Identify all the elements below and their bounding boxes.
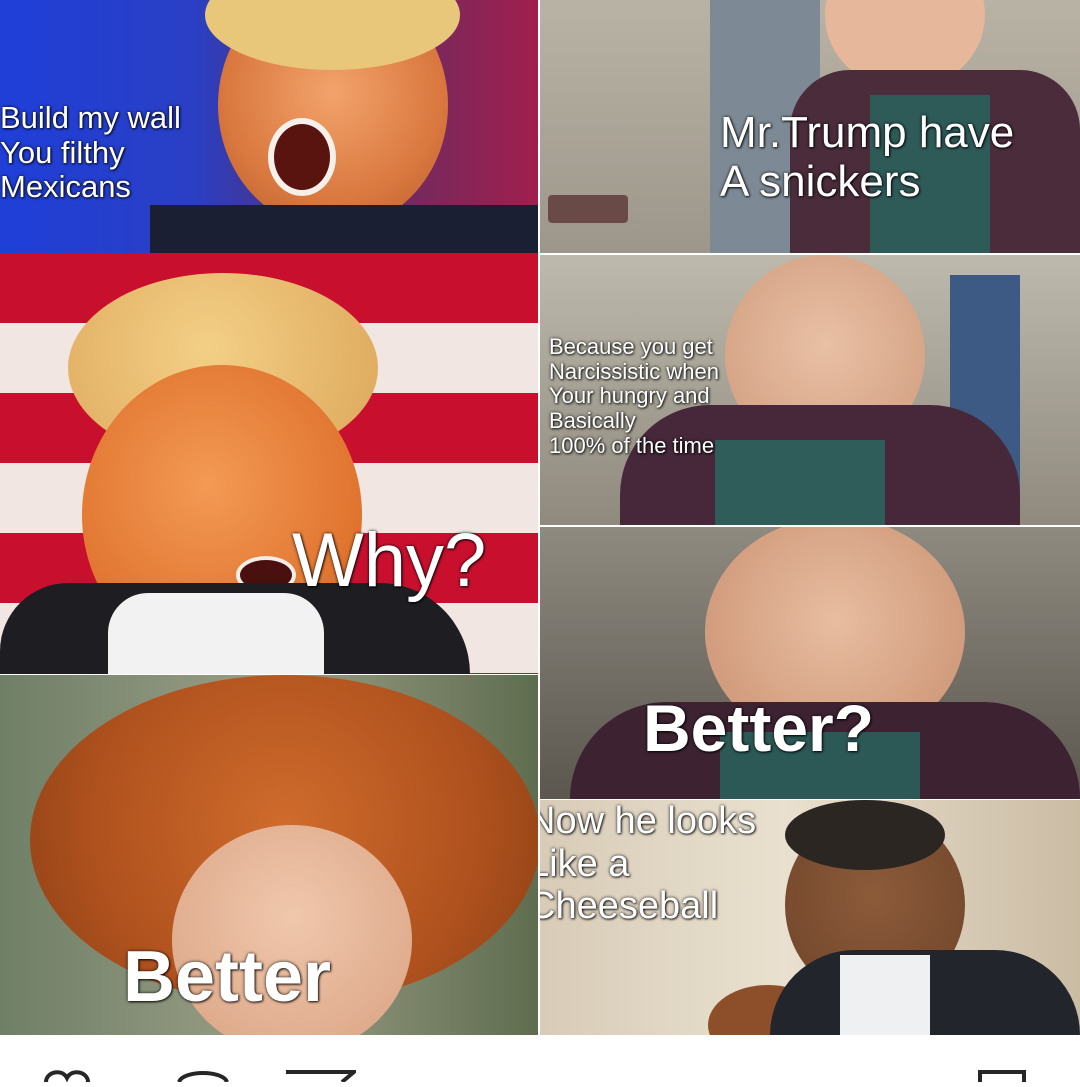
meme-panel-better: Better: [0, 675, 538, 1035]
bookmark-icon[interactable]: [976, 1068, 1028, 1087]
heart-icon[interactable]: [42, 1068, 92, 1087]
meme-panel-cheeseball: Now he looks Like a Cheeseball: [540, 800, 1080, 1035]
open-mouth: [268, 118, 336, 196]
suit-photo: [150, 205, 538, 253]
shirt-photo: [715, 440, 885, 525]
meme-panel-build-wall: Build my wall You filthy Mexicans: [0, 0, 538, 253]
post-action-bar: [0, 1035, 1080, 1080]
meme-panel-snickers: Mr.Trump have A snickers: [540, 0, 1080, 253]
meme-panel-better-question: Better?: [540, 527, 1080, 799]
caption: Why?: [292, 518, 487, 603]
caption: Because you get Narcissistic when Your h…: [549, 334, 719, 458]
meme-panel-because: Because you get Narcissistic when Your h…: [540, 255, 1080, 525]
caption: Better: [123, 937, 332, 1017]
collar-photo: [840, 955, 930, 1035]
caption: Mr.Trump have A snickers: [720, 108, 1015, 207]
candy-bar-photo: [548, 195, 628, 223]
collar-photo: [108, 593, 324, 674]
comment-icon[interactable]: [175, 1068, 231, 1087]
meme-panel-why: Why?: [0, 253, 538, 674]
caption: Better?: [643, 691, 875, 765]
hair-photo: [785, 800, 945, 870]
caption: Now he looks Like a Cheeseball: [540, 800, 757, 928]
caption: Build my wall You filthy Mexicans: [0, 100, 181, 205]
share-icon[interactable]: [284, 1068, 360, 1087]
